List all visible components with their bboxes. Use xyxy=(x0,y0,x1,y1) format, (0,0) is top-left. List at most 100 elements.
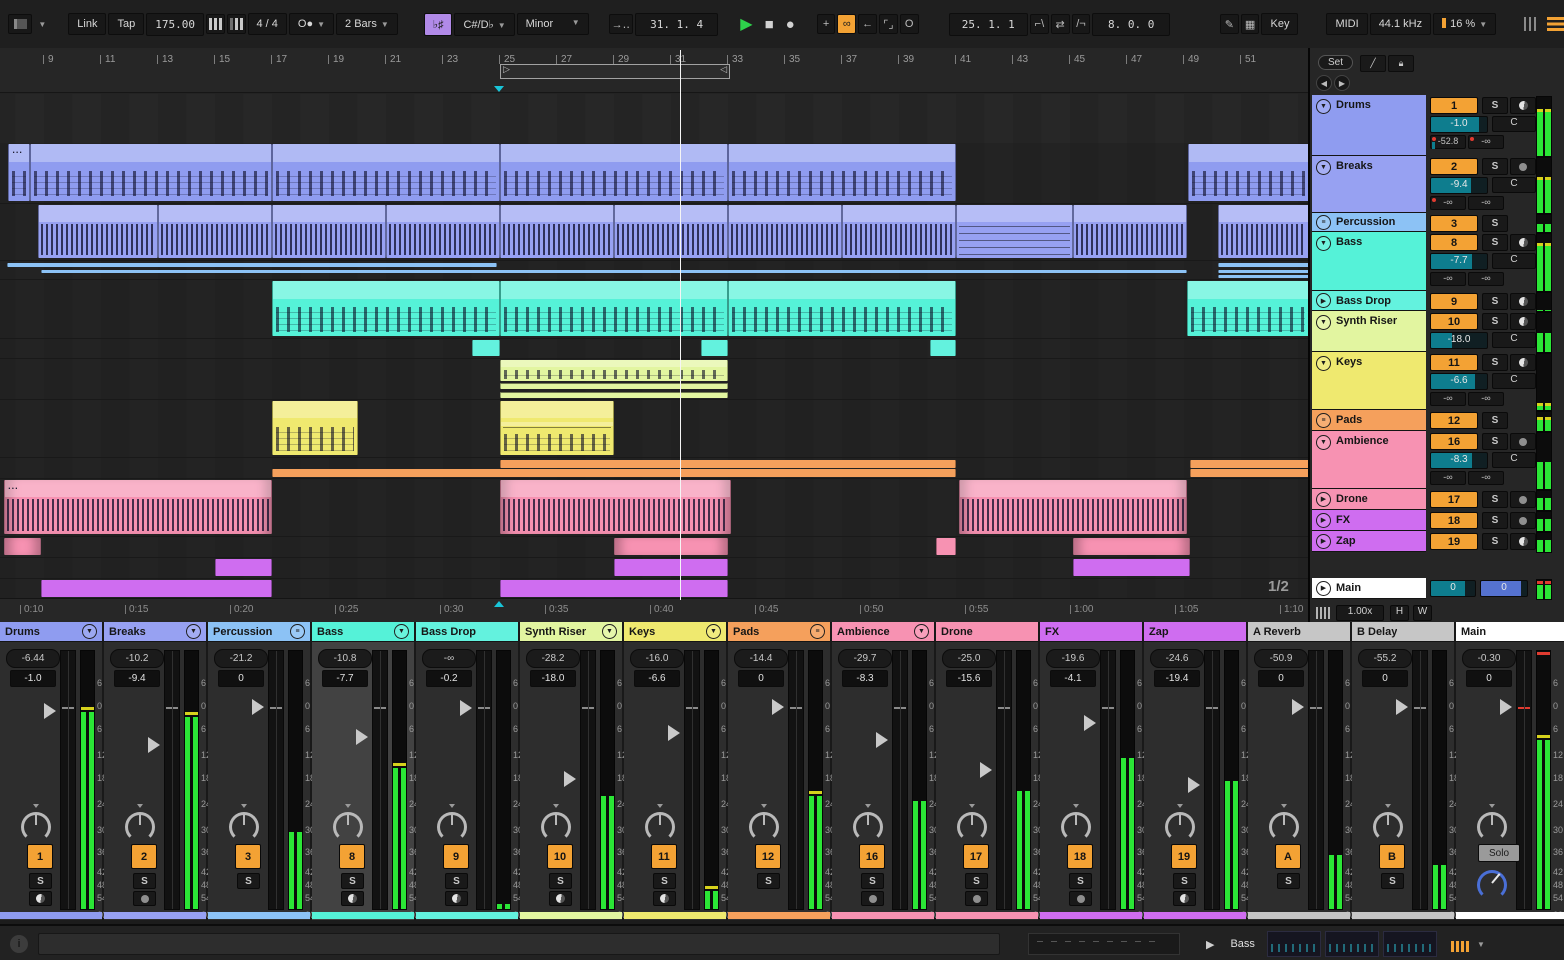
solo-button[interactable]: S xyxy=(237,873,260,889)
clip[interactable] xyxy=(386,205,500,258)
zoom-width-button[interactable]: W xyxy=(1413,605,1432,621)
nav-back-button[interactable]: ◀ xyxy=(1316,75,1332,91)
volume-fader[interactable] xyxy=(1100,650,1116,910)
track-number-badge[interactable]: 1 xyxy=(1430,97,1478,114)
pan-knob[interactable] xyxy=(435,804,469,844)
add-locator-button[interactable]: + xyxy=(816,14,836,34)
peak-level-display[interactable]: -25.0 xyxy=(942,649,996,668)
clip[interactable] xyxy=(158,205,272,258)
stop-button[interactable]: ■ xyxy=(765,16,774,33)
mixer-strip-keys[interactable]: Keys ▼ -16.0 -6.6 6 0 6 12 18 24 30 36 42 48 54 60 11 S xyxy=(624,622,731,920)
track-lane[interactable] xyxy=(0,400,1308,458)
track-volume-field[interactable]: -6.6 xyxy=(1430,373,1488,390)
mixer-strip-header[interactable]: B Delay xyxy=(1352,622,1454,642)
solo-button[interactable]: S xyxy=(1173,873,1196,889)
solo-button[interactable]: S xyxy=(757,873,780,889)
peak-level-display[interactable]: -∞ xyxy=(422,649,476,668)
arrangement-view[interactable]: 9 11 13 15 17 19 21 23 25 27 29 31 33 35 37 39 41 43 45 47 4… xyxy=(0,48,1308,622)
track-arm-icon[interactable] xyxy=(1510,512,1536,529)
info-icon[interactable]: i xyxy=(10,935,28,953)
peak-level-display[interactable]: -24.6 xyxy=(1150,649,1204,668)
fader-handle[interactable] xyxy=(460,699,472,716)
time-signature-field[interactable]: 4 / 4 xyxy=(247,13,287,35)
follow-button[interactable]: →‥ xyxy=(608,14,634,34)
mixer-strip-b-delay[interactable]: B Delay -55.2 0 6 0 6 12 18 24 30 36 42 48 54 60 B S xyxy=(1352,622,1459,920)
pan-knob[interactable] xyxy=(851,804,885,844)
mixer-strip-header[interactable]: Drums ▼ xyxy=(0,622,102,642)
zoom-height-button[interactable]: H xyxy=(1390,605,1409,621)
pan-knob[interactable] xyxy=(539,804,573,844)
disclosure-icon[interactable]: ▼ xyxy=(1316,99,1331,114)
solo-button[interactable]: S xyxy=(133,873,156,889)
disclosure-icon[interactable]: ▶ xyxy=(1316,491,1331,507)
track-number-badge[interactable]: 18 xyxy=(1430,512,1478,529)
solo-button[interactable]: S xyxy=(653,873,676,889)
track-header-bass-drop[interactable]: ▶ Bass Drop xyxy=(1312,291,1426,311)
browser-toggle-icon[interactable] xyxy=(8,14,33,34)
lock-envelopes-button[interactable]: 🔒︎ xyxy=(1388,55,1414,72)
clip[interactable] xyxy=(1218,270,1308,273)
solo-button[interactable]: S xyxy=(1482,158,1508,175)
mixer-strip-header[interactable]: Drone xyxy=(936,622,1038,642)
track-header-main[interactable]: ▶ Main xyxy=(1312,578,1426,599)
track-header-keys[interactable]: ▼ Keys xyxy=(1312,352,1426,410)
mixer-strip-fx[interactable]: FX -19.6 -4.1 6 0 6 12 18 24 30 36 42 48 54 60 18 S xyxy=(1040,622,1147,920)
fader-value-field[interactable]: 0 xyxy=(738,670,784,687)
send-a-field[interactable]: -∞ xyxy=(1430,196,1466,210)
track-header-fx[interactable]: ▶ FX xyxy=(1312,510,1426,531)
track-arm-icon[interactable] xyxy=(861,891,884,906)
disclosure-icon[interactable]: ▼ xyxy=(1316,435,1331,450)
clip[interactable] xyxy=(700,340,728,356)
track-number-badge[interactable]: 16 xyxy=(859,844,885,869)
clip[interactable] xyxy=(1186,281,1308,336)
clip[interactable] xyxy=(1072,538,1190,555)
clip[interactable] xyxy=(1218,263,1308,267)
solo-button[interactable]: S xyxy=(1069,873,1092,889)
fader-value-field[interactable]: -4.1 xyxy=(1050,670,1096,687)
volume-fader[interactable] xyxy=(268,650,284,910)
track-number-badge[interactable]: 1 xyxy=(27,844,53,869)
disclosure-icon[interactable]: ≡ xyxy=(1316,412,1331,428)
volume-fader[interactable] xyxy=(788,650,804,910)
track-header-bass[interactable]: ▼ Bass xyxy=(1312,232,1426,291)
clip[interactable] xyxy=(1189,469,1308,477)
punch-out-icon[interactable]: O xyxy=(899,14,919,34)
mixer-strip-drums[interactable]: Drums ▼ -6.44 -1.0 6 0 6 12 18 24 30 36 42 48 54 60 1 S xyxy=(0,622,107,920)
track-pan-field[interactable]: C xyxy=(1492,332,1536,348)
fader-value-field[interactable]: -1.0 xyxy=(10,670,56,687)
main-pan-slider[interactable]: 0 xyxy=(1480,580,1528,597)
fader-value-field[interactable]: 0 xyxy=(1466,670,1512,687)
menu-icon[interactable] xyxy=(1547,17,1564,31)
mixer-strip-ambience[interactable]: Ambience ▼ -29.7 -8.3 6 0 6 12 18 24 30 36 42 48 54 60 1… xyxy=(832,622,939,920)
time-ruler[interactable]: 0:10 0:15 0:20 0:25 0:30 0:35 0:40 0:45 0:50 0:55… xyxy=(0,598,1308,622)
volume-fader[interactable] xyxy=(476,650,492,910)
track-arm-icon[interactable] xyxy=(965,891,988,906)
track-number-badge[interactable]: 8 xyxy=(339,844,365,869)
output-meter-icon[interactable] xyxy=(1450,936,1471,952)
track-header-drums[interactable]: ▼ Drums xyxy=(1312,95,1426,156)
fader-handle[interactable] xyxy=(44,702,56,719)
link-button[interactable]: Link xyxy=(68,13,107,35)
loop-length-field[interactable]: 8. 0. 0 xyxy=(1092,12,1170,36)
device-thumbnail[interactable] xyxy=(1324,931,1379,957)
mixer-view-icon[interactable] xyxy=(1524,17,1538,31)
clip[interactable] xyxy=(1188,144,1308,201)
volume-fader[interactable] xyxy=(164,650,180,910)
fader-value-field[interactable]: 0 xyxy=(218,670,264,687)
key-map-button[interactable]: Key xyxy=(1261,13,1299,35)
fader-value-field[interactable]: 0 xyxy=(1258,670,1304,687)
track-number-badge[interactable]: A xyxy=(1275,844,1301,869)
mixer-strip-header[interactable]: Bass ▼ xyxy=(312,622,414,642)
clip[interactable] xyxy=(728,205,842,258)
clip[interactable] xyxy=(471,340,500,356)
clip[interactable] xyxy=(272,469,956,477)
clip[interactable] xyxy=(272,205,386,258)
preview-play-icon[interactable]: ▶ xyxy=(1206,938,1214,951)
volume-fader[interactable] xyxy=(60,650,76,910)
peak-level-display[interactable]: -28.2 xyxy=(526,649,580,668)
track-number-badge[interactable]: 12 xyxy=(755,844,781,869)
send-b-field[interactable]: -∞ xyxy=(1468,135,1504,149)
track-pan-icon[interactable] xyxy=(1510,234,1536,251)
track-number-badge[interactable]: 8 xyxy=(1430,234,1478,251)
mixer-strip-drone[interactable]: Drone -25.0 -15.6 6 0 6 12 18 24 30 36 42 48 54 60 17 S xyxy=(936,622,1043,920)
